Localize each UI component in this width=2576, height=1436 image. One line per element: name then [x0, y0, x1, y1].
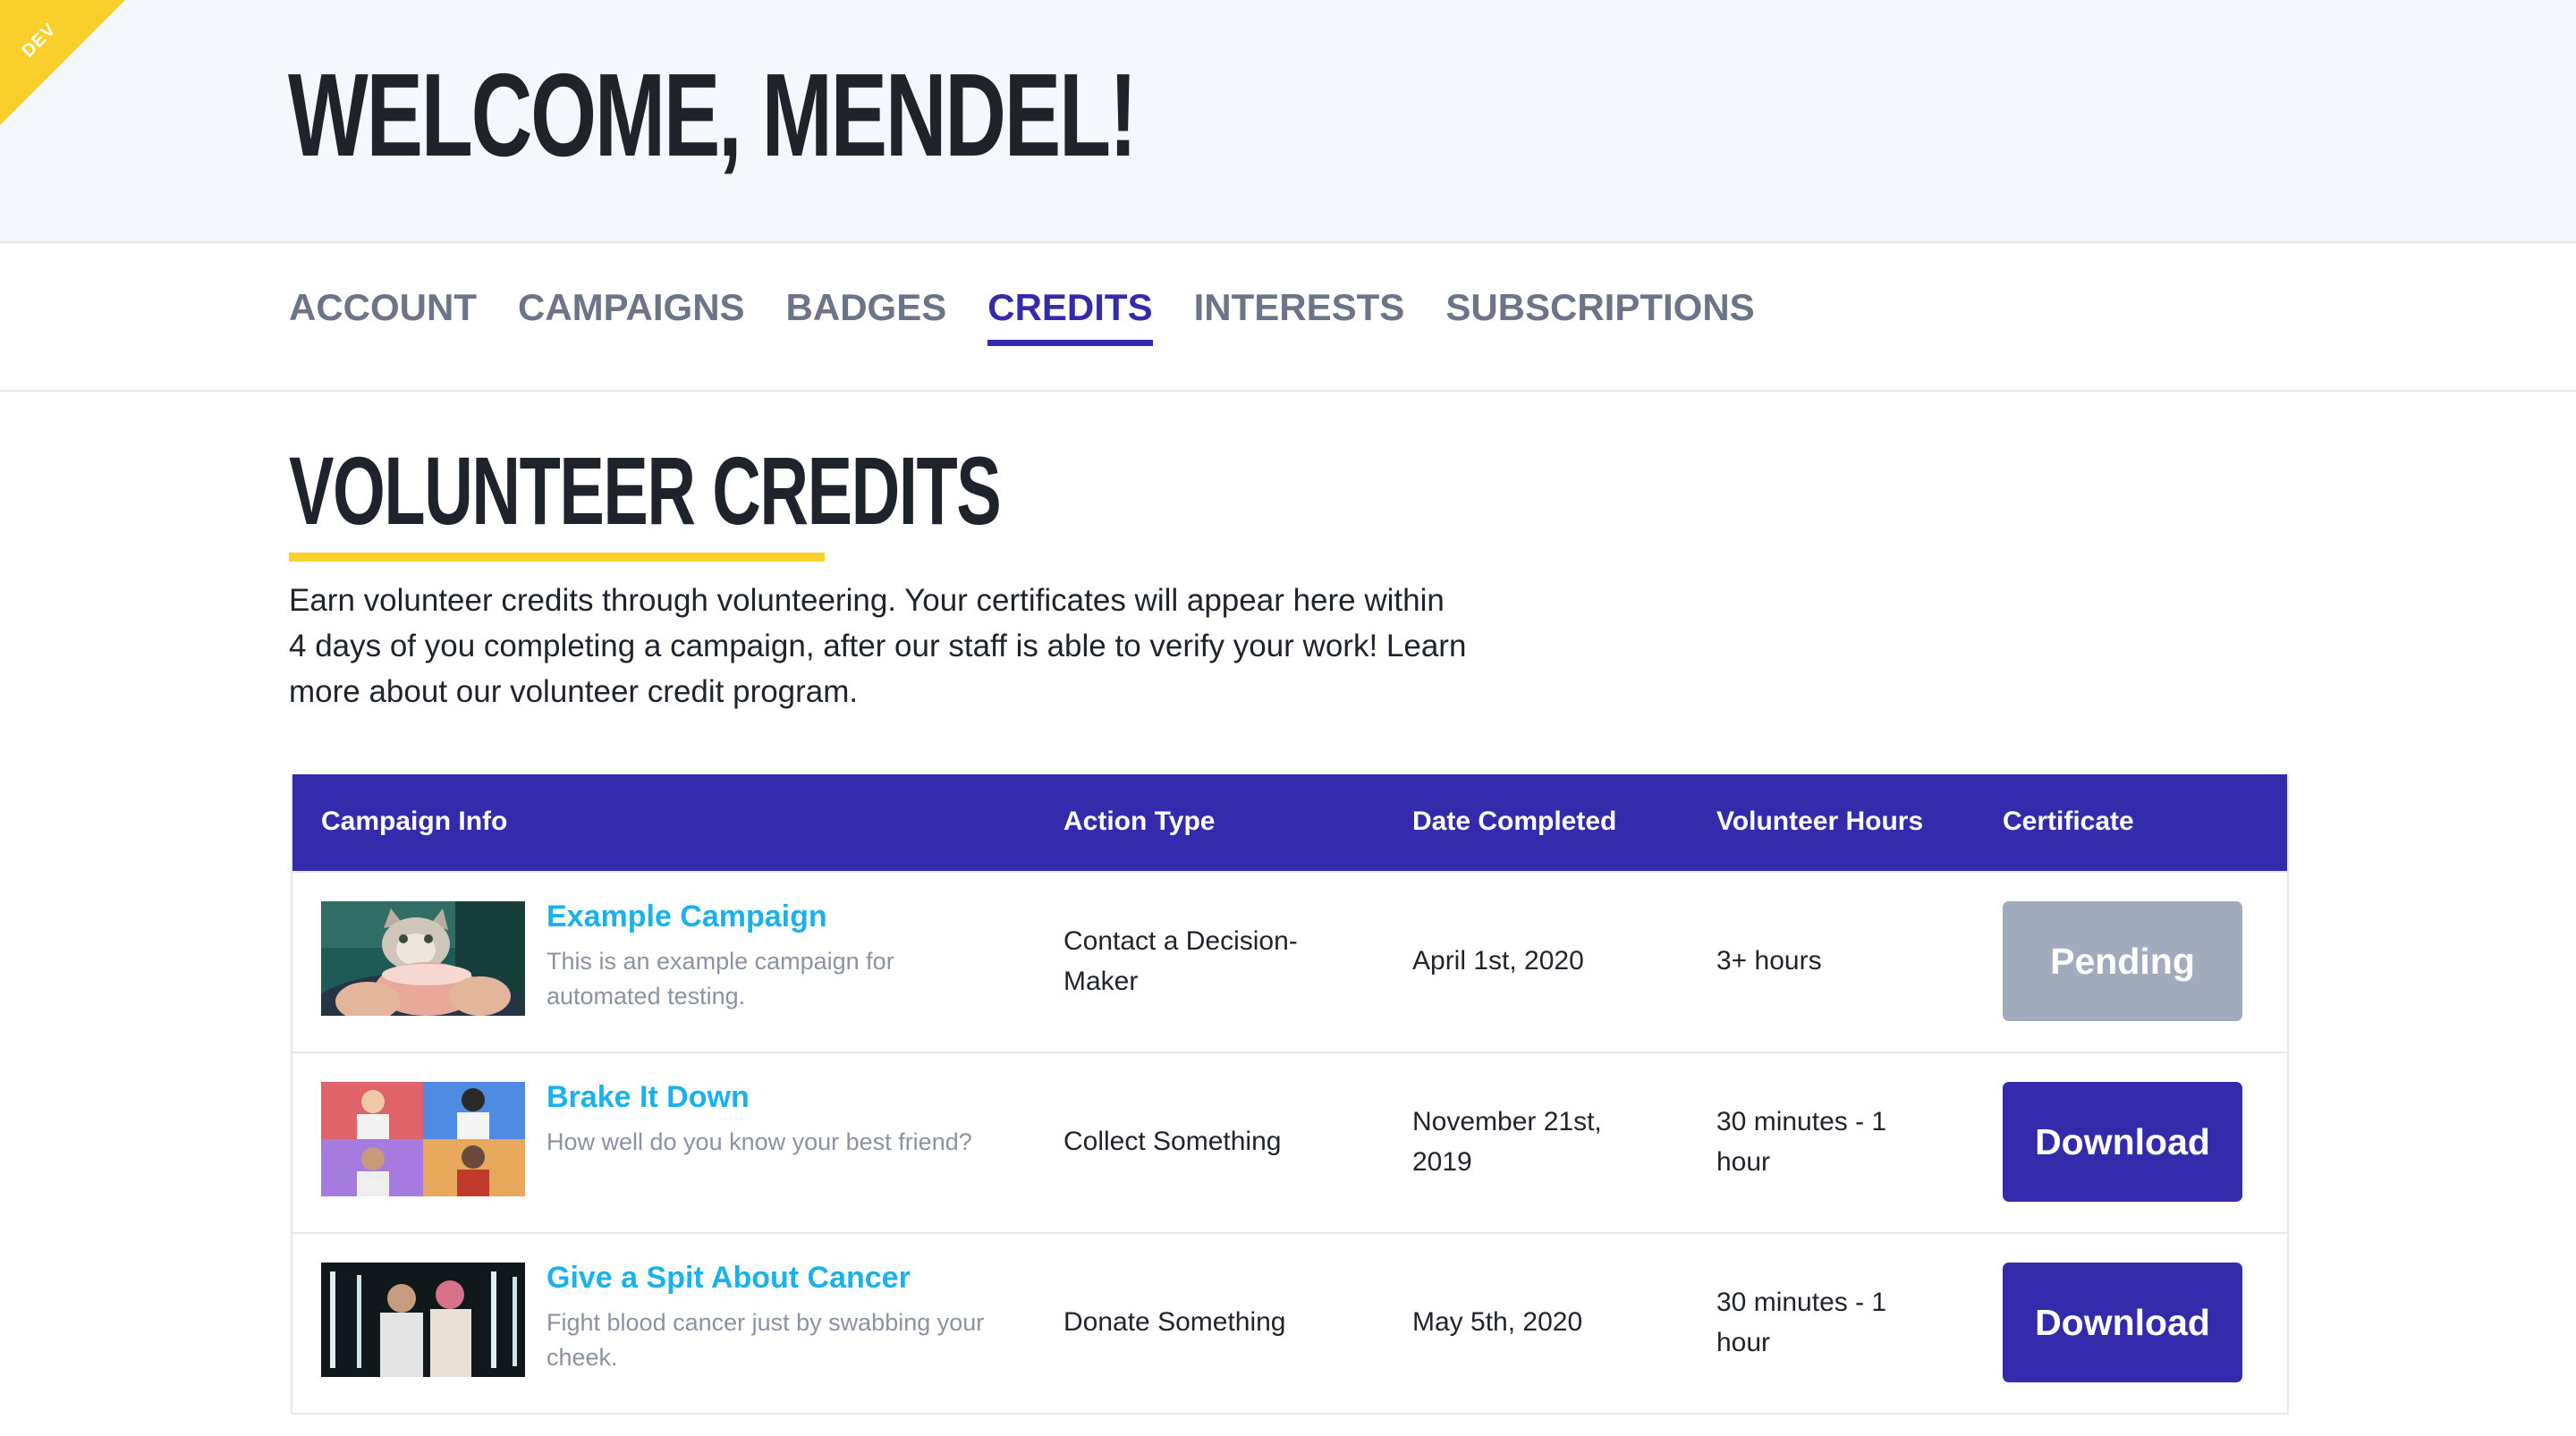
action-type: Contact a Decision-Maker — [1063, 926, 1298, 996]
table-row: Brake It Down How well do you know your … — [292, 1052, 2287, 1232]
section-title: VOLUNTEER CREDITS — [289, 436, 1002, 545]
date-completed: April 1st, 2020 — [1412, 946, 1584, 976]
campaign-description: Fight blood cancer just by swabbing your… — [547, 1309, 985, 1371]
tab-badges[interactable]: BADGES — [786, 286, 947, 346]
page-header: DEV WELCOME, MENDEL! — [0, 0, 2576, 243]
date-completed: November 21st, 2019 — [1412, 1107, 1602, 1177]
column-header-date-completed: Date Completed — [1412, 807, 1617, 836]
campaign-title-link[interactable]: Give a Spit About Cancer — [547, 1261, 911, 1296]
tab-account[interactable]: ACCOUNT — [289, 286, 477, 346]
tab-subscriptions[interactable]: SUBSCRIPTIONS — [1445, 286, 1754, 346]
dev-environment-ribbon: DEV — [0, 0, 125, 125]
account-tabs-bar: ACCOUNT CAMPAIGNS BADGES CREDITS INTERES… — [0, 243, 2576, 392]
certificate-download-button[interactable]: Download — [2003, 1082, 2242, 1202]
date-completed: May 5th, 2020 — [1412, 1307, 1583, 1337]
tab-interests[interactable]: INTERESTS — [1194, 286, 1405, 346]
column-header-certificate: Certificate — [2003, 807, 2134, 836]
campaign-thumbnail[interactable] — [321, 1082, 525, 1196]
tab-campaigns[interactable]: CAMPAIGNS — [518, 286, 745, 346]
section-intro: Earn volunteer credits through volunteer… — [289, 583, 1467, 709]
table-header: Campaign Info Action Type Date Completed… — [292, 774, 2287, 871]
campaign-thumbnail[interactable] — [321, 901, 525, 1016]
column-header-campaign-info: Campaign Info — [321, 807, 508, 836]
page-title: WELCOME, MENDEL! — [288, 49, 1138, 181]
certificate-download-button[interactable]: Download — [2003, 1263, 2242, 1382]
column-header-volunteer-hours: Volunteer Hours — [1716, 807, 1924, 836]
four-panel-colorful-portraits-image — [321, 1082, 525, 1196]
volunteer-hours: 30 minutes - 1 hour — [1716, 1107, 1887, 1177]
tab-credits[interactable]: CREDITS — [987, 286, 1153, 346]
volunteer-credits-table: Campaign Info Action Type Date Completed… — [291, 774, 2289, 1415]
column-header-action-type: Action Type — [1063, 807, 1216, 836]
campaign-thumbnail[interactable] — [321, 1263, 525, 1377]
account-tabs: ACCOUNT CAMPAIGNS BADGES CREDITS INTERES… — [289, 286, 1755, 346]
campaign-title-link[interactable]: Example Campaign — [547, 900, 827, 934]
campaign-description: This is an example campaign for automate… — [547, 948, 894, 1009]
certificate-pending-button[interactable]: Pending — [2003, 901, 2242, 1021]
action-type: Donate Something — [1063, 1307, 1286, 1337]
campaign-description: How well do you know your best friend? — [547, 1128, 972, 1155]
table-row: Example Campaign This is an example camp… — [292, 871, 2287, 1052]
volunteer-hours: 30 minutes - 1 hour — [1716, 1288, 1887, 1357]
action-type: Collect Something — [1063, 1127, 1282, 1156]
title-underline — [289, 553, 825, 562]
cat-with-coffee-cup-image — [321, 901, 525, 1016]
volunteer-hours: 3+ hours — [1716, 946, 1822, 976]
campaign-title-link[interactable]: Brake It Down — [547, 1080, 750, 1115]
two-people-dark-stage-image — [321, 1263, 525, 1377]
table-row: Give a Spit About Cancer Fight blood can… — [292, 1232, 2287, 1413]
